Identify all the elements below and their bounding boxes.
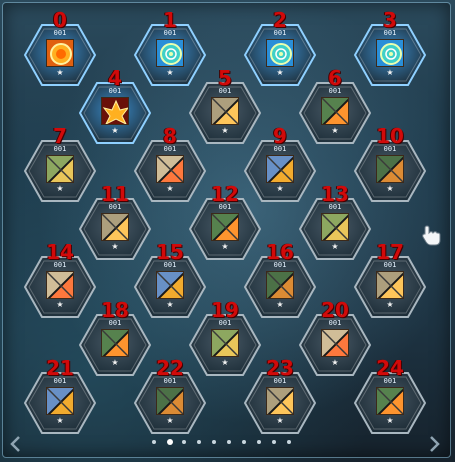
sun-orb-icon [46,39,74,67]
page-dot-10[interactable] [287,440,291,444]
slot-index-label: 0 [53,8,67,32]
slot-index-label: 16 [266,240,294,264]
skill-slot-21[interactable]: 001 ★ 21 [24,358,96,434]
slot-index-label: 8 [163,124,177,148]
rune-circle-icon [156,39,184,67]
split-icon-18 [101,329,129,357]
page-dot-9[interactable] [272,440,276,444]
star-icon: ★ [166,416,174,425]
split-icon-12 [211,213,239,241]
slot-index-label: 14 [46,240,74,264]
split-icon-20 [321,329,349,357]
slot-index-label: 23 [266,356,294,380]
rune-circle-icon [376,39,404,67]
star-icon: ★ [56,416,64,425]
chevron-right-icon [430,436,440,452]
split-icon-24 [376,387,404,415]
skill-slot-23[interactable]: 001 ★ 23 [244,358,316,434]
page-indicator [152,439,302,448]
split-icon-7 [46,155,74,183]
page-dot-8[interactable] [257,440,261,444]
slot-index-label: 10 [376,124,404,148]
split-icon-15 [156,271,184,299]
slot-index-label: 17 [376,240,404,264]
page-dot-2[interactable] [167,439,173,445]
split-icon-8 [156,155,184,183]
split-icon-22 [156,387,184,415]
skill-slot-22[interactable]: 001 ★ 22 [134,358,206,434]
split-icon-19 [211,329,239,357]
split-icon-5 [211,97,239,125]
split-icon-21 [46,387,74,415]
skill-slot-grid: 001 ★ 0 001 ★ 1 001 ★ 2 001 ★ 3 001 ★ 4 001 ★ 5 001 ★ 6 001 ★ 7… [0,0,455,462]
page-dot-3[interactable] [182,440,186,444]
chevron-left-icon [10,436,20,452]
split-icon-16 [266,271,294,299]
slot-index-label: 13 [321,182,349,206]
slot-index-label: 5 [218,66,232,90]
page-dot-7[interactable] [242,440,246,444]
split-icon-10 [376,155,404,183]
hand-pointer-icon [419,222,445,248]
slot-index-label: 21 [46,356,74,380]
next-page-button[interactable] [426,434,442,454]
slot-index-label: 19 [211,298,239,322]
split-icon-14 [46,271,74,299]
split-icon-23 [266,387,294,415]
rune-circle-icon [266,39,294,67]
page-dot-1[interactable] [152,440,156,444]
slot-index-label: 18 [101,298,129,322]
slot-index-label: 15 [156,240,184,264]
slot-index-label: 9 [273,124,287,148]
prev-page-button[interactable] [8,434,24,454]
slot-index-label: 12 [211,182,239,206]
slot-index-label: 7 [53,124,67,148]
slot-index-label: 6 [328,66,342,90]
page-dot-4[interactable] [197,440,201,444]
flame-burst-icon [101,97,129,125]
skill-slot-24[interactable]: 001 ★ 24 [354,358,426,434]
split-icon-13 [321,213,349,241]
split-icon-6 [321,97,349,125]
slot-index-label: 3 [383,8,397,32]
slot-index-label: 2 [273,8,287,32]
split-icon-17 [376,271,404,299]
star-icon: ★ [386,416,394,425]
slot-index-label: 4 [108,66,122,90]
star-icon: ★ [276,416,284,425]
page-dot-5[interactable] [212,440,216,444]
slot-index-label: 1 [163,8,177,32]
slot-index-label: 20 [321,298,349,322]
split-icon-9 [266,155,294,183]
slot-index-label: 11 [101,182,129,206]
split-icon-11 [101,213,129,241]
slot-index-label: 22 [156,356,184,380]
slot-index-label: 24 [376,356,404,380]
page-dot-6[interactable] [227,440,231,444]
